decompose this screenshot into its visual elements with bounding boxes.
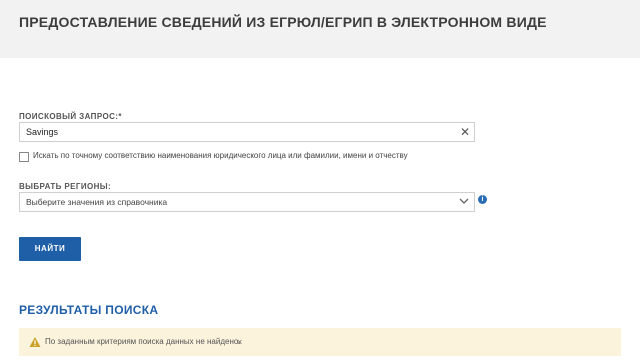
alert-message: По заданным критериям поиска данных не н… xyxy=(45,337,241,346)
close-icon[interactable]: ✕ xyxy=(459,125,471,139)
no-results-alert: По заданным критериям поиска данных не н… xyxy=(19,328,621,356)
chevron-down-icon[interactable] xyxy=(458,195,470,207)
info-icon[interactable]: i xyxy=(478,195,487,204)
search-query-input[interactable]: Savings xyxy=(19,122,475,142)
alert-close-button[interactable]: × xyxy=(237,336,242,348)
results-title: РЕЗУЛЬТАТЫ ПОИСКА xyxy=(19,303,159,317)
region-label: ВЫБРАТЬ РЕГИОНЫ: xyxy=(19,182,112,191)
exact-match-checkbox[interactable] xyxy=(19,152,29,162)
region-select[interactable]: Выберите значения из справочника xyxy=(19,192,475,212)
page-title: ПРЕДОСТАВЛЕНИЕ СВЕДЕНИЙ ИЗ ЕГРЮЛ/ЕГРИП В… xyxy=(19,14,547,30)
search-button[interactable]: НАЙТИ xyxy=(19,237,81,261)
search-query-label: ПОИСКОВЫЙ ЗАПРОС:* xyxy=(19,112,122,121)
warning-icon xyxy=(29,337,41,347)
page-header: ПРЕДОСТАВЛЕНИЕ СВЕДЕНИЙ ИЗ ЕГРЮЛ/ЕГРИП В… xyxy=(0,0,640,58)
exact-match-label[interactable]: Искать по точному соответствию наименова… xyxy=(33,151,408,160)
